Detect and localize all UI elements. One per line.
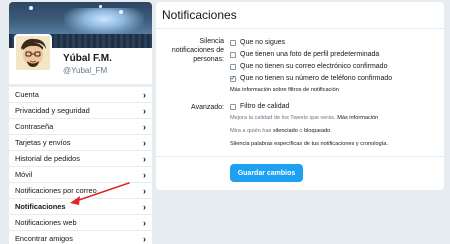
- profile-handle[interactable]: @Yubal_FM: [63, 66, 107, 75]
- settings-nav: Cuenta › Privacidad y seguridad › Contra…: [9, 87, 152, 244]
- chevron-right-icon: ›: [143, 105, 146, 116]
- checkmark-icon: ✓: [230, 75, 236, 82]
- sidebar-item-label: Privacidad y seguridad: [15, 106, 90, 115]
- checkbox[interactable]: [230, 103, 236, 110]
- sidebar-item-cuenta[interactable]: Cuenta ›: [9, 87, 152, 103]
- page-title: Notificaciones: [162, 8, 237, 22]
- avatar-cartoon-icon: [16, 36, 50, 70]
- checkbox[interactable]: [230, 39, 236, 46]
- sidebar-item-label: Notificaciones: [15, 202, 66, 211]
- chevron-right-icon: ›: [143, 169, 146, 180]
- sidebar-item-tarjetas[interactable]: Tarjetas y envíos ›: [9, 135, 152, 151]
- sidebar-item-privacidad[interactable]: Privacidad y seguridad ›: [9, 103, 152, 119]
- sidebar-item-label: Contraseña: [15, 122, 54, 131]
- more-info-quality-link[interactable]: Más información: [337, 115, 378, 121]
- chevron-right-icon: ›: [143, 233, 146, 244]
- notifications-panel: Notificaciones Silencia notificaciones d…: [156, 2, 444, 190]
- muted-blocked-note: Mira a quién has silenciado o bloqueado.: [230, 128, 332, 134]
- save-changes-button[interactable]: Guardar cambios: [230, 164, 303, 182]
- muted-link[interactable]: silenciado: [273, 128, 298, 134]
- sidebar-item-historial[interactable]: Historial de pedidos ›: [9, 151, 152, 167]
- mute-option-not-following[interactable]: Que no sigues: [230, 39, 285, 46]
- sidebar-item-label: Notificaciones por correo: [15, 186, 97, 195]
- sidebar-item-notificaciones-correo[interactable]: Notificaciones por correo ›: [9, 183, 152, 199]
- sidebar-item-notificaciones-web[interactable]: Notificaciones web ›: [9, 215, 152, 231]
- sidebar-item-movil[interactable]: Móvil ›: [9, 167, 152, 183]
- chevron-right-icon: ›: [143, 185, 146, 196]
- blocked-link[interactable]: bloqueado: [304, 128, 330, 134]
- checkbox-checked[interactable]: ✓: [230, 75, 236, 82]
- sidebar-item-label: Cuenta: [15, 90, 39, 99]
- profile-card: Yúbal F.M. @Yubal_FM: [9, 2, 152, 84]
- sidebar-item-label: Encontrar amigos: [15, 234, 73, 243]
- panel-header: Notificaciones: [156, 2, 444, 29]
- sidebar-item-label: Notificaciones web: [15, 218, 77, 227]
- advanced-label: Avanzado:: [191, 104, 224, 111]
- chevron-right-icon: ›: [143, 121, 146, 132]
- chevron-right-icon: ›: [143, 201, 146, 212]
- sidebar-item-label: Tarjetas y envíos: [15, 138, 71, 147]
- quality-filter-note: Mejora la calidad de los Tweets que verá…: [230, 115, 379, 121]
- mute-option-unconfirmed-email[interactable]: Que no tienen su correo electrónico conf…: [230, 63, 387, 70]
- chevron-right-icon: ›: [143, 153, 146, 164]
- quality-filter-option[interactable]: Filtro de calidad: [230, 103, 289, 110]
- sidebar-item-contrasena[interactable]: Contraseña ›: [9, 119, 152, 135]
- checkbox[interactable]: [230, 63, 236, 70]
- mute-option-unconfirmed-phone[interactable]: ✓ Que no tienen su número de teléfono co…: [230, 75, 392, 82]
- divider: [156, 156, 444, 157]
- more-info-filters-link[interactable]: Más información sobre filtros de notific…: [230, 87, 339, 93]
- sidebar-item-notificaciones[interactable]: Notificaciones ›: [9, 199, 152, 215]
- sidebar-item-label: Móvil: [15, 170, 33, 179]
- avatar[interactable]: [14, 34, 52, 72]
- chevron-right-icon: ›: [143, 137, 146, 148]
- mute-option-default-photo[interactable]: Que tienen una foto de perfil predetermi…: [230, 51, 379, 58]
- checkbox[interactable]: [230, 51, 236, 58]
- muted-words-link[interactable]: Silencia palabras específicas de tus not…: [230, 141, 388, 147]
- sidebar-item-label: Historial de pedidos: [15, 154, 80, 163]
- sidebar-item-encontrar-amigos[interactable]: Encontrar amigos ›: [9, 231, 152, 244]
- mute-people-label: Silencia notificaciones de personas:: [171, 38, 224, 63]
- profile-name[interactable]: Yúbal F.M.: [63, 53, 112, 64]
- chevron-right-icon: ›: [143, 89, 146, 100]
- chevron-right-icon: ›: [143, 217, 146, 228]
